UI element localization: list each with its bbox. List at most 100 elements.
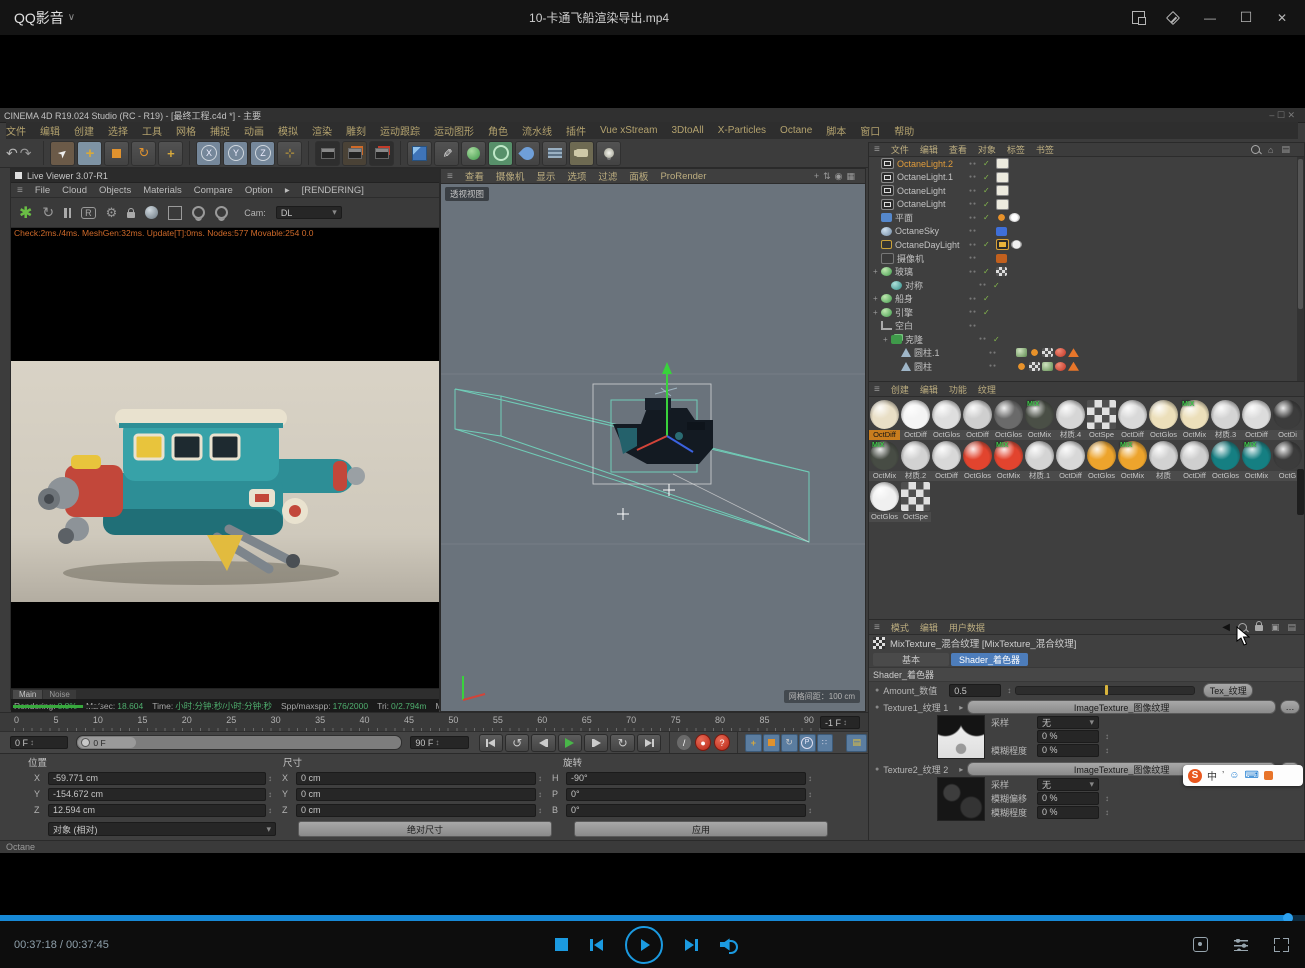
object-row[interactable]: 摄像机 ●● bbox=[869, 252, 1304, 266]
sogou-input-bar[interactable]: S 中 ’ ☺ ⌨ bbox=[1183, 765, 1303, 786]
object-tag-icon[interactable] bbox=[996, 254, 1007, 263]
visibility-dots[interactable]: ●● bbox=[969, 242, 983, 248]
material-item[interactable]: OctDiff bbox=[900, 399, 931, 440]
om-scrollbar[interactable] bbox=[1297, 157, 1304, 381]
om-home-icon[interactable]: ⌂ bbox=[1268, 145, 1273, 155]
light-icon[interactable] bbox=[596, 141, 621, 166]
visibility-dots[interactable]: ●● bbox=[969, 215, 983, 221]
object-row[interactable]: + 克隆 ●● ✓ bbox=[869, 333, 1304, 347]
object-name[interactable]: 玻璃 bbox=[895, 265, 913, 278]
environment-floor-icon[interactable] bbox=[542, 141, 567, 166]
prev-frame-button[interactable] bbox=[531, 734, 555, 752]
sogou-logo-icon[interactable]: S bbox=[1188, 769, 1202, 783]
undo-icon[interactable]: ↶ bbox=[6, 145, 18, 162]
render-canvas[interactable] bbox=[11, 239, 439, 688]
render-region-sphere-icon[interactable] bbox=[145, 206, 158, 219]
object-row[interactable]: 圆柱 ●● bbox=[869, 360, 1304, 374]
keyframe-selection-button[interactable]: ? bbox=[714, 734, 730, 751]
texture1-arrow-icon[interactable]: ▸ bbox=[959, 703, 963, 712]
mm-menu-item[interactable]: 纹理 bbox=[978, 383, 996, 396]
enabled-check[interactable]: ✓ bbox=[983, 308, 996, 317]
object-tag-icon[interactable] bbox=[996, 172, 1009, 183]
lock-z-axis-button[interactable]: Z bbox=[250, 141, 275, 166]
material-item[interactable]: 材质.1 bbox=[1024, 440, 1055, 481]
material-item[interactable]: 材质 bbox=[1148, 440, 1179, 481]
render-settings-button[interactable] bbox=[369, 141, 394, 166]
material-item[interactable]: OctDiff bbox=[869, 399, 900, 440]
am-menu-item[interactable]: 用户数据 bbox=[949, 621, 985, 634]
lv-tab-main[interactable]: Main bbox=[13, 690, 42, 699]
c4d-menu-item[interactable]: Vue xStream bbox=[600, 125, 657, 136]
sample-dropdown[interactable]: 无▾ bbox=[1037, 716, 1099, 729]
material-item[interactable]: 材质.4 bbox=[1055, 399, 1086, 440]
c4d-menu-item[interactable]: 角色 bbox=[488, 123, 508, 138]
material-picker-pin-icon[interactable] bbox=[192, 206, 205, 219]
app-logo[interactable]: QQ影音 bbox=[14, 8, 64, 28]
enabled-check[interactable]: ✓ bbox=[983, 173, 996, 182]
object-row[interactable]: + 引擎 ●● ✓ bbox=[869, 306, 1304, 320]
autokey-button[interactable]: ● bbox=[695, 734, 711, 751]
am-list-icon[interactable]: ▤ bbox=[1287, 622, 1296, 633]
live-viewer-menu-item[interactable]: Compare bbox=[194, 185, 233, 196]
object-tag-icon[interactable] bbox=[1016, 348, 1027, 357]
position-field[interactable]: -59.771 cm bbox=[48, 772, 266, 785]
c4d-menu-item[interactable]: 运动跟踪 bbox=[380, 123, 420, 138]
object-tag-icon[interactable] bbox=[1029, 348, 1040, 357]
mm-menu-item[interactable]: 功能 bbox=[949, 383, 967, 396]
object-row[interactable]: + 玻璃 ●● ✓ bbox=[869, 265, 1304, 279]
sogou-keyboard-icon[interactable]: ⌨ bbox=[1244, 770, 1258, 781]
object-name[interactable]: OctaneLight bbox=[897, 199, 946, 209]
am-lock-icon[interactable] bbox=[1255, 625, 1263, 631]
visibility-dots[interactable]: ●● bbox=[969, 309, 983, 315]
stop-button[interactable] bbox=[555, 938, 568, 951]
viewport-canvas[interactable] bbox=[441, 184, 865, 712]
visibility-dots[interactable]: ●● bbox=[969, 188, 983, 194]
live-viewer-menu-item[interactable]: Objects bbox=[99, 185, 131, 196]
position-field[interactable]: -154.672 cm bbox=[48, 788, 266, 801]
material-item[interactable]: MIX OctMix bbox=[1179, 399, 1210, 440]
enabled-check[interactable]: ✓ bbox=[983, 294, 996, 303]
prev-key-button[interactable]: ↺ bbox=[505, 734, 529, 752]
playback-settings-button[interactable] bbox=[1234, 939, 1248, 951]
visibility-dots[interactable]: ●● bbox=[979, 282, 993, 288]
app-menu-caret-icon[interactable]: ∨ bbox=[68, 12, 75, 23]
object-name[interactable]: 空白 bbox=[895, 319, 913, 332]
enabled-check[interactable]: ✓ bbox=[993, 281, 1006, 290]
c4d-menu-item[interactable]: 帮助 bbox=[894, 123, 914, 138]
material-item[interactable]: OctDiff bbox=[962, 399, 993, 440]
om-menu-item[interactable]: 标签 bbox=[1007, 143, 1025, 156]
object-tag-icon[interactable] bbox=[996, 267, 1007, 276]
viewport-menu-item[interactable]: 摄像机 bbox=[496, 169, 525, 183]
viewport-menu-item[interactable]: 显示 bbox=[536, 169, 555, 183]
sogou-lang-toggle[interactable]: 中 bbox=[1207, 768, 1217, 783]
object-name[interactable]: OctaneLight.1 bbox=[897, 172, 953, 182]
enabled-check[interactable]: ✓ bbox=[993, 335, 1006, 344]
current-frame-handle[interactable]: 0 F bbox=[78, 737, 136, 748]
settings-gear-icon[interactable]: ⚙ bbox=[106, 205, 118, 221]
object-row[interactable]: OctaneLight ●● ✓ bbox=[869, 198, 1304, 212]
visibility-dots[interactable]: ●● bbox=[979, 336, 993, 342]
c4d-menu-item[interactable]: 网格 bbox=[176, 123, 196, 138]
move-tool-icon[interactable]: + bbox=[77, 141, 102, 166]
material-item[interactable]: 材质.2 bbox=[900, 440, 931, 481]
goto-end-button[interactable] bbox=[637, 734, 661, 752]
am-menu-item[interactable]: 模式 bbox=[891, 621, 909, 634]
om-menu-item[interactable]: 对象 bbox=[978, 143, 996, 156]
c4d-window-controls[interactable]: – ☐ ✕ bbox=[1269, 110, 1295, 121]
c4d-menu-item[interactable]: 流水线 bbox=[522, 123, 552, 138]
lv-tab-noise[interactable]: Noise bbox=[43, 690, 75, 699]
enabled-check[interactable]: ✓ bbox=[983, 267, 996, 276]
material-item[interactable]: OctSpe bbox=[1086, 399, 1117, 440]
object-tag-icon[interactable] bbox=[1055, 362, 1066, 371]
object-row[interactable]: OctaneLight ●● ✓ bbox=[869, 184, 1304, 198]
am-burger-icon[interactable]: ≡ bbox=[874, 622, 880, 633]
keyframe-panel-button[interactable]: ▤ bbox=[846, 734, 867, 752]
material-item[interactable]: OctGlos bbox=[869, 481, 900, 522]
mm-burger-icon[interactable]: ≡ bbox=[874, 384, 880, 395]
object-name[interactable]: OctaneDayLight bbox=[895, 240, 960, 250]
material-item[interactable]: OctGlos bbox=[962, 440, 993, 481]
object-row[interactable]: OctaneLight.1 ●● ✓ bbox=[869, 171, 1304, 185]
view-label[interactable]: 透视视图 bbox=[445, 187, 489, 201]
mm-menu-item[interactable]: 创建 bbox=[891, 383, 909, 396]
object-tag-icon[interactable] bbox=[1011, 240, 1022, 249]
